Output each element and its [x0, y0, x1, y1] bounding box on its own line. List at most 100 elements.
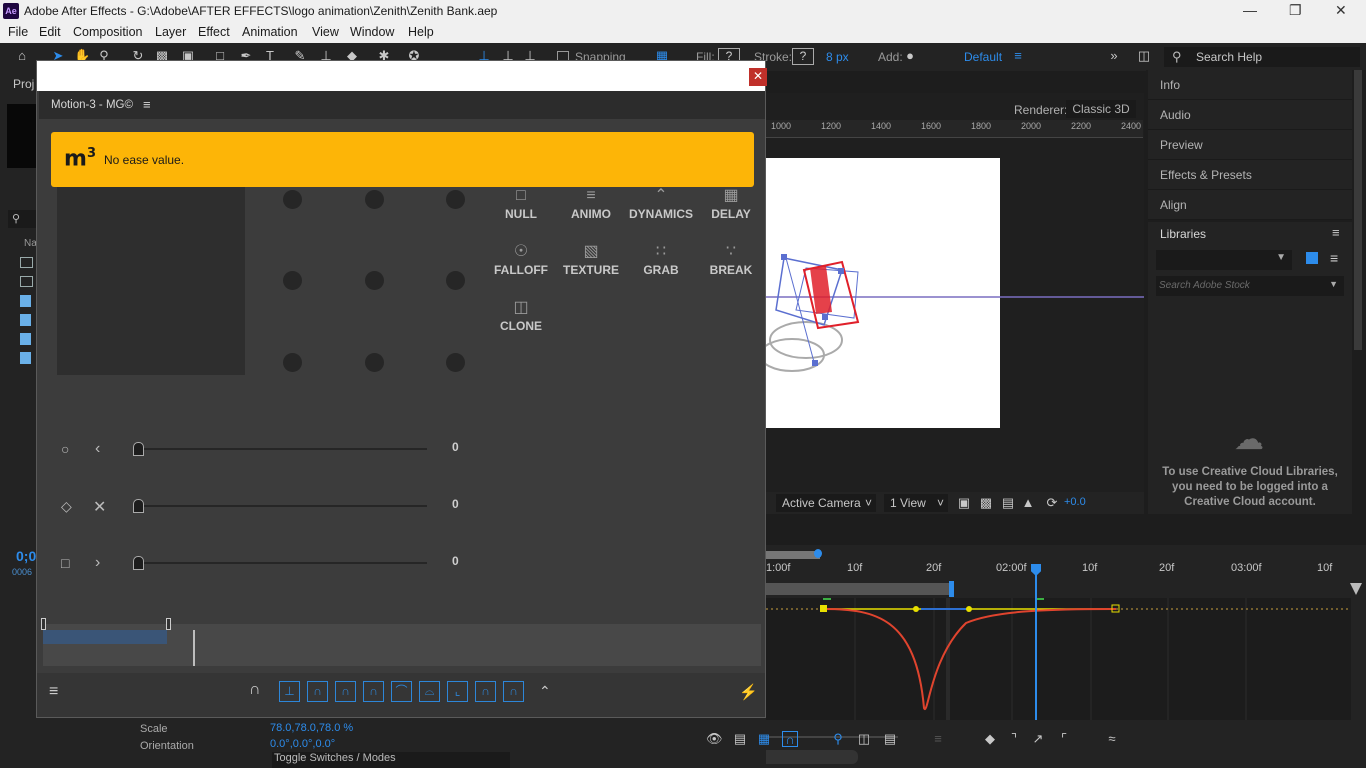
curve-overshoot-button[interactable]: ∩	[475, 681, 496, 702]
menu-edit[interactable]: Edit	[39, 25, 61, 39]
renderer-dropdown[interactable]: Classic 3D	[1066, 100, 1136, 118]
chevron-right-icon[interactable]: ›	[95, 554, 100, 572]
tool-falloff-button[interactable]: ☉ FALLOFF	[481, 241, 561, 277]
tool-dynamics-button[interactable]: ⌃ DYNAMICS	[621, 185, 701, 221]
image-item-icon[interactable]	[20, 295, 31, 307]
stroke-swatch[interactable]: ?	[792, 48, 814, 65]
ease-slider-track-3[interactable]	[137, 562, 427, 564]
work-area-end-handle[interactable]	[814, 549, 822, 558]
library-dropdown[interactable]: ▼	[1156, 250, 1292, 270]
layer-duration-bar[interactable]	[766, 583, 952, 595]
menu-animation[interactable]: Animation	[242, 25, 298, 39]
flowchart-icon[interactable]: ▲	[1020, 495, 1036, 511]
graph-editor[interactable]	[766, 597, 1351, 720]
menu-help[interactable]: Help	[408, 25, 434, 39]
graph-options-icon[interactable]: ▤	[732, 731, 748, 747]
curve-bounce-button[interactable]: ∩	[503, 681, 524, 702]
panel-audio[interactable]: Audio	[1148, 100, 1352, 130]
panel-preview[interactable]: Preview	[1148, 130, 1352, 160]
menu-composition[interactable]: Composition	[73, 25, 142, 39]
time-ruler[interactable]: 1:00f 10f 20f 02:00f 10f 20f 03:00f 10f	[766, 562, 1366, 578]
fast-preview-icon[interactable]: ▩	[978, 495, 994, 511]
current-time-indicator[interactable]	[1035, 566, 1037, 720]
edit-keyframe-icon[interactable]: ≡	[930, 731, 946, 747]
timeline-icon[interactable]: ▤	[1000, 495, 1016, 511]
search-help-box[interactable]: ⚲ Search Help	[1164, 47, 1360, 67]
more-workspaces-icon[interactable]: »	[1106, 48, 1122, 64]
choose-property-icon[interactable]: 👁	[706, 731, 723, 747]
ease-slider-thumb-1[interactable]	[133, 442, 144, 456]
anchor-dot-top-center[interactable]	[365, 190, 384, 209]
anchor-dot-bottom-right[interactable]	[446, 353, 465, 372]
linear-keyframe-icon[interactable]: ⌝	[1006, 731, 1022, 747]
curve-ease-out-button[interactable]: ∩	[363, 681, 384, 702]
menu-window[interactable]: Window	[350, 25, 394, 39]
easy-ease-in-icon[interactable]: ≈	[1104, 731, 1120, 747]
right-scrollbar[interactable]	[1354, 70, 1362, 350]
fit-selection-icon[interactable]: ⚲	[830, 731, 846, 747]
plugin-menu-icon[interactable]: ≡	[143, 97, 151, 112]
ease-slider-thumb-3[interactable]	[133, 556, 144, 570]
project-tab[interactable]: Proj	[13, 77, 34, 91]
tool-clone-button[interactable]: ◫ CLONE	[481, 297, 561, 333]
plugin-playhead[interactable]	[193, 630, 195, 666]
lightning-icon[interactable]: ⚡	[739, 683, 758, 701]
easy-ease-icon[interactable]: ⌜	[1056, 731, 1072, 747]
panel-align[interactable]: Align	[1148, 190, 1352, 220]
plugin-range-end-handle[interactable]	[166, 618, 171, 630]
anchor-dot-top-right[interactable]	[446, 190, 465, 209]
list-view-icon[interactable]: ≡	[1330, 250, 1338, 266]
panel-info[interactable]: Info	[1148, 70, 1352, 100]
speed-graph[interactable]	[766, 597, 1351, 720]
toggle-view-icon[interactable]: ▣	[956, 495, 972, 511]
curve-sharp-out-button[interactable]: ⌓	[419, 681, 440, 702]
separate-dimensions-icon[interactable]: ▤	[882, 731, 898, 747]
exposure-value[interactable]: +0.0	[1064, 496, 1086, 508]
plugin-range-start-handle[interactable]	[41, 618, 46, 630]
curve-step-button[interactable]: ⌞	[447, 681, 468, 702]
restore-icon[interactable]: ❐	[1289, 2, 1302, 19]
menu-layer[interactable]: Layer	[155, 25, 186, 39]
image-item-icon[interactable]	[20, 352, 31, 364]
anchor-dot-middle-right[interactable]	[446, 271, 465, 290]
tool-grab-button[interactable]: ∷ GRAB	[621, 241, 701, 277]
home-icon[interactable]: ⌂	[14, 48, 30, 64]
comp-item-icon[interactable]	[20, 276, 33, 287]
curve-ease-button[interactable]: ∩	[307, 681, 328, 702]
alert-banner[interactable]: m3 No ease value.	[51, 132, 754, 187]
timeline-zoom-handle[interactable]	[1350, 583, 1362, 595]
grid-view-icon[interactable]	[1306, 252, 1318, 264]
search-help-input[interactable]: Search Help	[1196, 50, 1262, 64]
workspace-menu-icon[interactable]: ≡	[1010, 48, 1026, 64]
tool-delay-button[interactable]: ▦ DELAY	[691, 185, 771, 221]
anchor-dot-top-left[interactable]	[283, 190, 302, 209]
plugin-range-selection[interactable]	[43, 630, 167, 644]
property-orientation-value[interactable]: 0.0°,0.0°,0.0°	[270, 738, 335, 750]
chevron-left-icon[interactable]: ‹	[95, 440, 100, 458]
panel-effects-presets[interactable]: Effects & Presets	[1148, 160, 1352, 190]
libraries-menu-icon[interactable]: ≡	[1332, 225, 1340, 240]
image-item-icon[interactable]	[20, 314, 31, 326]
tool-null-button[interactable]: □ NULL	[481, 185, 561, 221]
layer-bar-end[interactable]	[949, 581, 954, 597]
minimize-icon[interactable]: —	[1243, 2, 1257, 18]
ease-slider-thumb-2[interactable]	[133, 499, 144, 513]
panel-switcher-icon[interactable]: ◫	[1136, 48, 1152, 64]
workspace-default[interactable]: Default	[964, 50, 1002, 64]
add-dropdown-icon[interactable]: ●	[902, 48, 918, 64]
square-icon[interactable]: □	[61, 555, 69, 571]
ease-slider-track-1[interactable]	[137, 448, 427, 450]
stock-search-input[interactable]: Search Adobe Stock ▼	[1156, 276, 1344, 296]
comp-item-icon[interactable]	[20, 257, 33, 268]
plugin-close-button[interactable]: ✕	[749, 68, 767, 86]
camera-dropdown[interactable]: Active Camera ˅	[776, 494, 876, 512]
anchor-dot-bottom-left[interactable]	[283, 353, 302, 372]
transform-box-icon[interactable]: ▦	[756, 731, 772, 747]
ease-slider-track-2[interactable]	[137, 505, 427, 507]
tool-texture-button[interactable]: ▧ TEXTURE	[551, 241, 631, 277]
curve-ease-in-button[interactable]: ∩	[335, 681, 356, 702]
plugin-timeline-strip[interactable]	[41, 618, 761, 666]
snap-icon[interactable]: ∩	[782, 731, 798, 747]
menu-view[interactable]: View	[312, 25, 339, 39]
circle-icon[interactable]: ○	[61, 441, 69, 457]
